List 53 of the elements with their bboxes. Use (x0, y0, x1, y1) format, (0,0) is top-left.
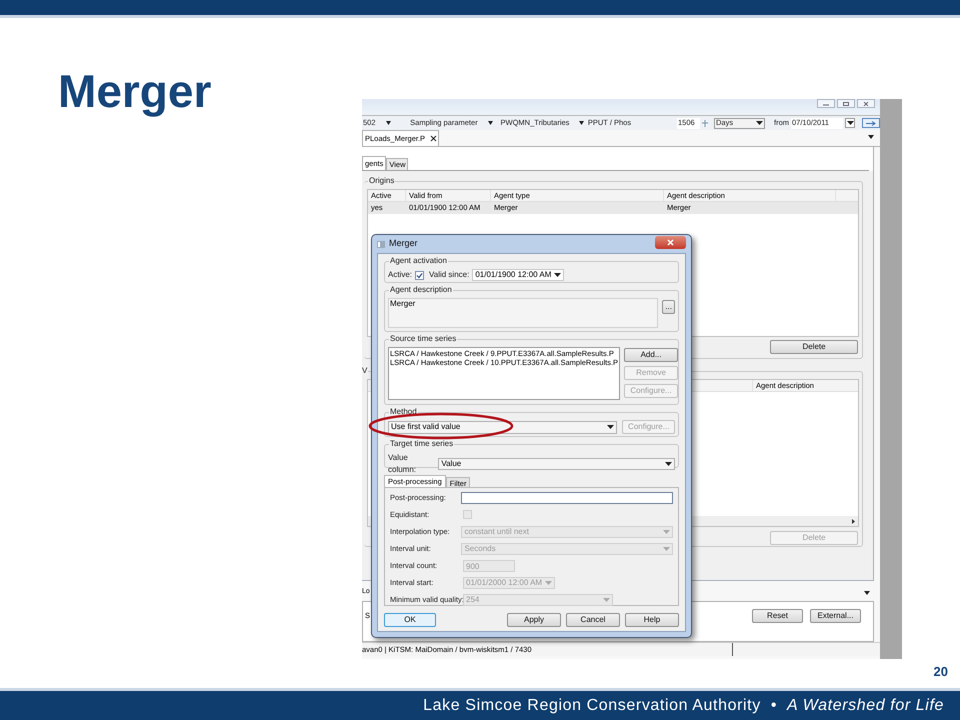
apply-date-button[interactable] (862, 118, 880, 128)
dialog-button[interactable]: External... (810, 609, 861, 623)
caret-icon (756, 121, 763, 125)
value-dropdown[interactable]: Value (438, 458, 675, 470)
field-label: Valid since: (429, 269, 470, 281)
field-label: Active: (388, 269, 412, 281)
close-icon (667, 238, 674, 246)
group-title: Agent activation (389, 256, 448, 266)
group-title: Source time series (389, 334, 458, 344)
method-dropdown[interactable]: Use first valid value (388, 420, 618, 434)
separator: • (770, 696, 778, 716)
date-dropdown-button[interactable] (845, 118, 855, 128)
organization-name: Lake Simcoe Region Conservation Authority (423, 696, 761, 716)
dialog-button[interactable]: Cancel (566, 613, 620, 627)
dialog-title: Merger (389, 237, 418, 250)
dialog-button[interactable]: Delete (770, 340, 858, 354)
group-title: Agent description (389, 285, 453, 295)
tagline: A Watershed for Life (787, 696, 944, 716)
caret-icon (846, 121, 854, 125)
description-field[interactable]: Merger (388, 298, 658, 328)
dialog-button[interactable]: OK (384, 613, 436, 627)
dialog-button[interactable]: ... (662, 300, 675, 314)
dialog-button[interactable]: Reset (752, 609, 803, 623)
arrow-icon (866, 120, 876, 126)
page-number: 20 (934, 663, 948, 681)
minimize-icon (823, 102, 829, 106)
caret-icon (665, 462, 672, 466)
text-field[interactable] (461, 492, 673, 504)
date-field[interactable]: 01/01/1900 12:00 AM (472, 269, 564, 281)
group-title: Origins (368, 176, 396, 186)
close-button[interactable] (857, 99, 875, 108)
checkbox[interactable] (415, 270, 424, 280)
group-title: Target time series (389, 439, 454, 449)
field-label: Value column: (388, 452, 418, 476)
group-title: V (362, 366, 368, 376)
caret-icon (607, 425, 614, 429)
caret-icon[interactable] (864, 590, 870, 594)
caret-icon[interactable] (868, 135, 874, 139)
dialog-button[interactable]: Apply (507, 613, 561, 627)
minimize-button[interactable] (817, 99, 835, 108)
close-button[interactable] (655, 236, 686, 248)
window-icon (377, 240, 385, 248)
maximize-button[interactable] (837, 99, 855, 108)
close-icon (863, 102, 869, 106)
dialog-button[interactable]: Add... (624, 348, 678, 362)
caret-icon (663, 530, 670, 534)
close-icon[interactable] (430, 135, 438, 142)
caret-icon (554, 273, 562, 277)
dialog-button[interactable]: Help (625, 613, 679, 627)
right-arrow-icon (852, 518, 855, 524)
caret-icon (663, 546, 670, 550)
maximize-icon (843, 102, 849, 106)
spinner-icon (702, 120, 708, 126)
